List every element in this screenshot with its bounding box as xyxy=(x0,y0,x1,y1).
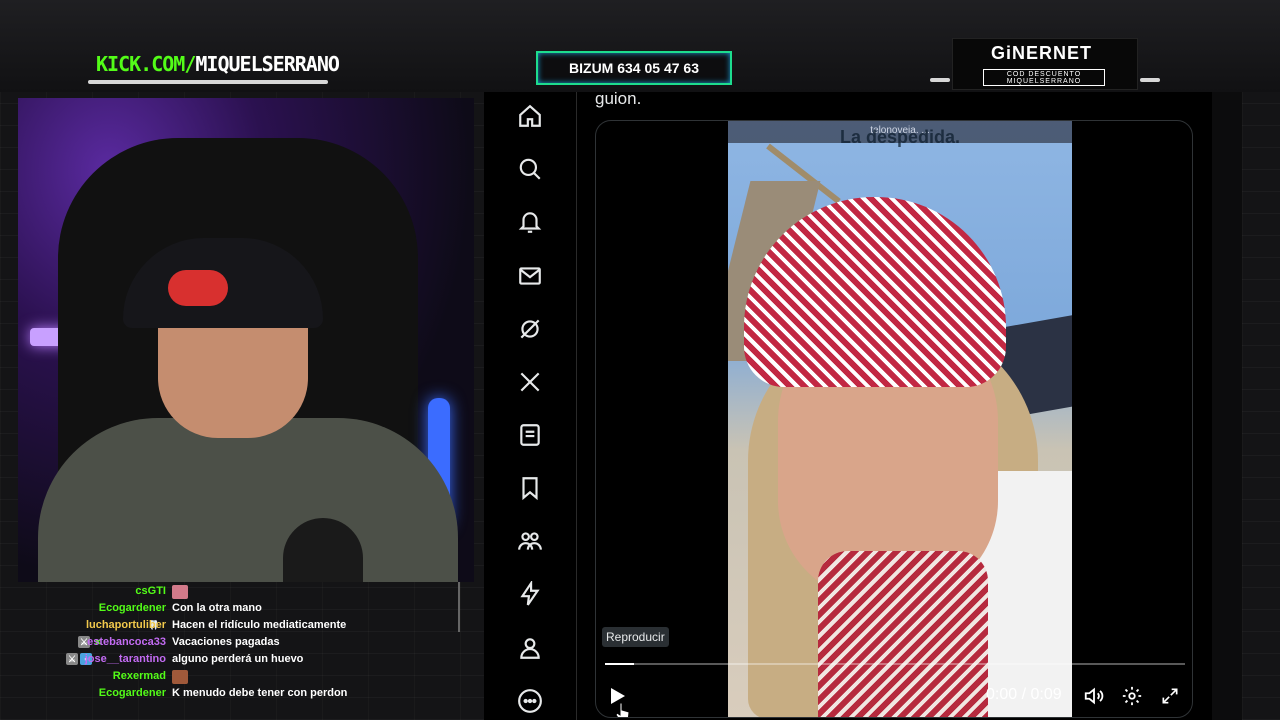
chat-message: csGTI xyxy=(18,584,460,601)
twitter-sidebar xyxy=(484,92,576,720)
fullscreen-icon[interactable] xyxy=(1158,684,1182,708)
verified-orgs-icon[interactable] xyxy=(515,579,545,609)
chat-text: Con la otra mano xyxy=(172,602,262,614)
bizum-text: BIZUM 634 05 47 63 xyxy=(569,60,699,76)
video-player[interactable]: telonoveia. ... La despedida. Reproducir xyxy=(595,120,1193,718)
stream-layout: KICK.COM/MIQUELSERRANO BIZUM 634 05 47 6… xyxy=(0,0,1280,720)
chat-text: Vacaciones pagadas xyxy=(172,636,280,648)
chat-text: Hacen el ridículo mediaticamente xyxy=(172,619,347,631)
chat-message: Rexermad xyxy=(18,669,460,686)
kick-underline xyxy=(88,80,328,84)
chat-message: ⚔ ✕ estebancoca33 Vacaciones pagadas xyxy=(18,635,460,652)
kick-channel-url: KICK.COM/MIQUELSERRANO xyxy=(96,52,340,76)
mouse-cursor-icon xyxy=(615,702,630,717)
chat-username[interactable]: Rexermad xyxy=(113,670,166,682)
streamer-body xyxy=(38,418,458,582)
settings-gear-icon[interactable] xyxy=(1120,684,1144,708)
chat-username[interactable]: Ecogardener xyxy=(99,687,166,699)
decor-bar-right xyxy=(1140,78,1160,82)
play-tooltip: Reproducir xyxy=(602,627,669,647)
kick-url-name: MIQUELSERRANO xyxy=(195,52,340,76)
mail-icon[interactable] xyxy=(515,261,545,291)
video-progress-bar[interactable] xyxy=(605,663,1185,665)
home-icon[interactable] xyxy=(515,101,545,131)
tweet-text: guion. xyxy=(595,89,642,108)
chat-username[interactable]: luchaportuliber xyxy=(86,619,166,631)
chat-message: Ecogardener K menudo debe tener con perd… xyxy=(18,686,460,703)
chat-message: Ecogardener Con la otra mano xyxy=(18,601,460,618)
chat-username[interactable]: csGTI xyxy=(135,585,166,597)
chat-message: 🦷 luchaportuliber Hacen el ridículo medi… xyxy=(18,618,460,635)
video-caption: La despedida. xyxy=(839,127,961,147)
search-icon[interactable] xyxy=(515,154,545,184)
lists-icon[interactable] xyxy=(515,420,545,450)
keffiyeh-scarf xyxy=(818,551,988,717)
decor-bar-left xyxy=(930,78,950,82)
kick-url-prefix: KICK.COM/ xyxy=(96,52,196,76)
x-premium-icon[interactable] xyxy=(515,367,545,397)
chat-message: ⚔ ▪ jose__tarantino alguno perderá un hu… xyxy=(18,652,460,669)
bell-icon[interactable] xyxy=(515,207,545,237)
chat-text: K menudo debe tener con perdon xyxy=(172,687,348,699)
profile-icon[interactable] xyxy=(515,633,545,663)
emote-icon xyxy=(172,585,188,599)
tweet-detail: guion. telonoveia. ... La despedida. Rep… xyxy=(576,89,1212,720)
cap-logo xyxy=(168,270,228,306)
grok-icon[interactable] xyxy=(515,314,545,344)
sponsor-code: COD DESCUENTO MIQUELSERRANO xyxy=(983,69,1105,86)
chat-text xyxy=(172,585,188,599)
webcam-feed xyxy=(18,98,474,582)
chat-text xyxy=(172,670,188,684)
page-right-edge xyxy=(1212,92,1242,720)
mod-badge-icon: ⚔ xyxy=(66,653,78,665)
stream-chat: csGTI Ecogardener Con la otra mano 🦷 luc… xyxy=(18,582,460,702)
emote-icon xyxy=(172,670,188,684)
volume-icon[interactable] xyxy=(1082,684,1106,708)
video-time: 0:00 / 0:09 xyxy=(986,686,1062,703)
chat-text: alguno perderá un huevo xyxy=(172,653,304,665)
chat-username[interactable]: jose__tarantino xyxy=(85,653,166,665)
chat-username[interactable]: Ecogardener xyxy=(99,602,166,614)
more-icon[interactable] xyxy=(515,686,545,716)
chat-scrollbar[interactable] xyxy=(458,582,460,632)
sponsor-logo: GiNERNET xyxy=(991,43,1093,63)
sponsor-box: GiNERNET COD DESCUENTO MIQUELSERRANO xyxy=(952,38,1138,90)
chat-username[interactable]: estebancoca33 xyxy=(87,636,166,648)
communities-icon[interactable] xyxy=(515,526,545,556)
video-progress-fill xyxy=(605,663,634,665)
video-frame: telonoveia. ... La despedida. xyxy=(728,121,1072,717)
bizum-donation-box: BIZUM 634 05 47 63 xyxy=(536,51,732,85)
bookmark-icon[interactable] xyxy=(515,473,545,503)
